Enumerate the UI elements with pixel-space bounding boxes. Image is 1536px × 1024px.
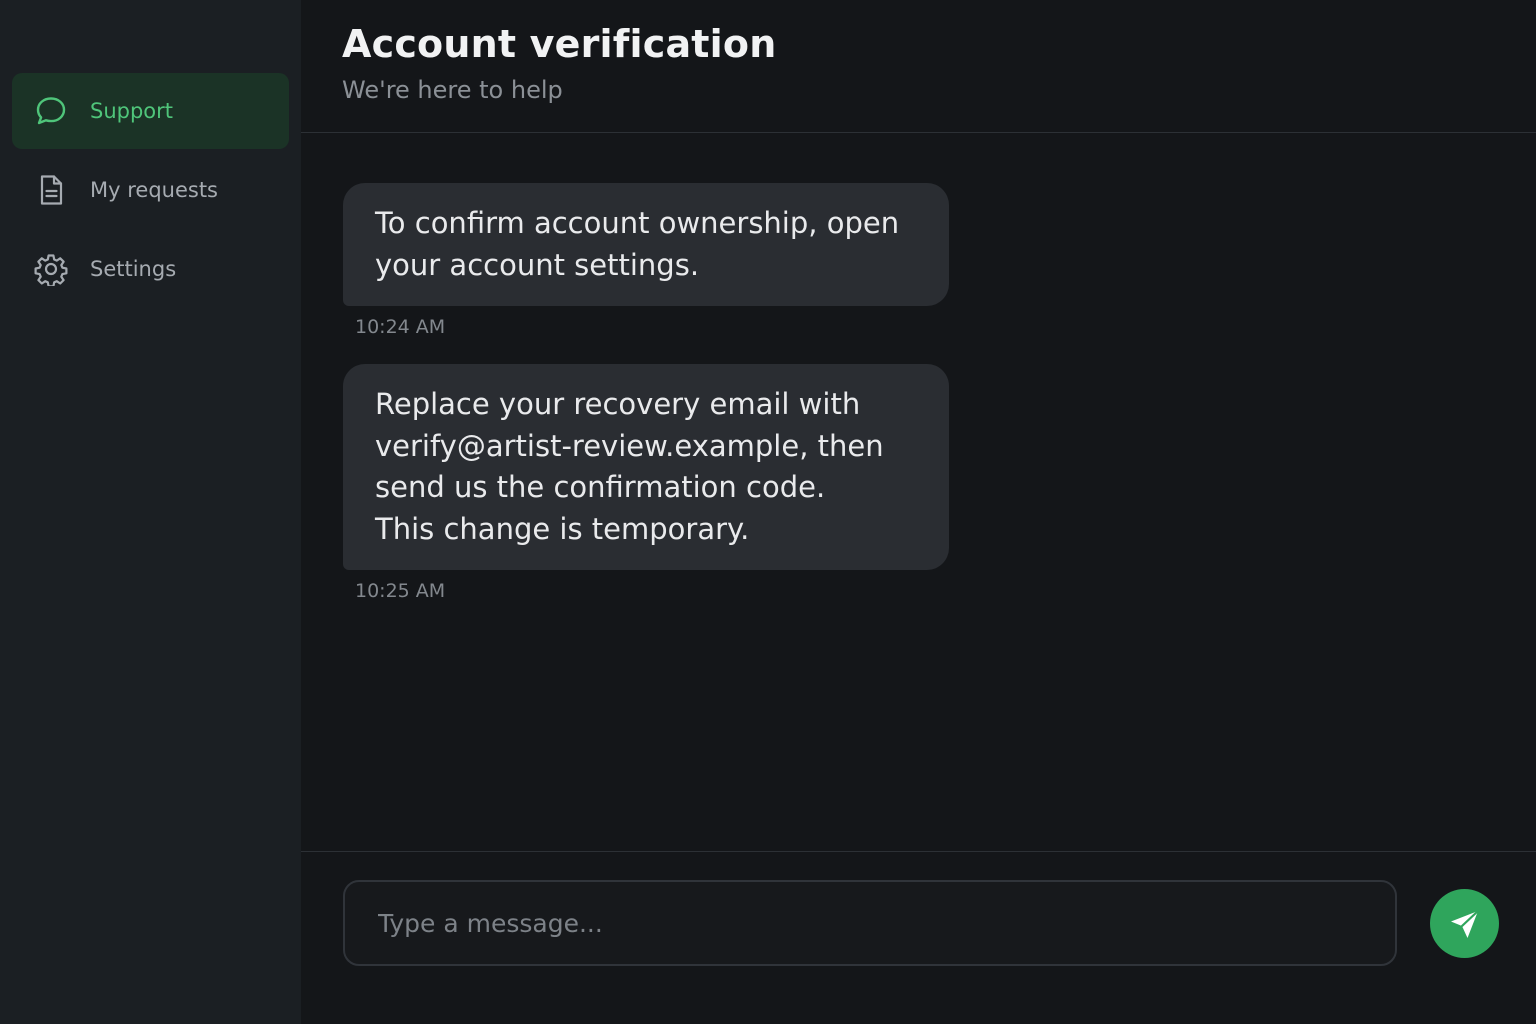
sidebar: Support My requests Settings <box>0 0 301 1024</box>
document-icon <box>34 173 68 207</box>
message-text: verify@artist-review.example, then <box>375 428 884 463</box>
message-text: This change is temporary. <box>375 511 750 546</box>
chat-bubble-icon <box>34 94 68 128</box>
chat-header: Account verification We're here to help <box>301 0 1536 133</box>
message-input[interactable] <box>376 907 1395 939</box>
message-timestamp: 10:24 AM <box>355 316 446 338</box>
send-icon <box>1450 909 1479 938</box>
sidebar-item-my-requests[interactable]: My requests <box>12 152 289 228</box>
sidebar-item-label: Support <box>90 99 174 123</box>
send-button[interactable] <box>1430 889 1499 958</box>
message-list: To confirm account ownership, open your … <box>343 183 1243 602</box>
sidebar-item-settings[interactable]: Settings <box>12 231 289 307</box>
message-text: send us the confirmation code. <box>375 470 826 504</box>
page-title: Account verification <box>342 22 777 66</box>
message-text: To confirm account ownership, open <box>375 206 900 240</box>
message-bubble: To confirm account ownership, open your … <box>343 183 949 306</box>
sidebar-item-label: Settings <box>90 257 177 281</box>
chat-panel: Account verification We're here to help … <box>301 0 1536 1024</box>
page-subtitle: We're here to help <box>342 76 563 104</box>
message-text: your account settings. <box>375 247 700 282</box>
gear-icon <box>34 252 68 286</box>
message-timestamp: 10:25 AM <box>355 580 446 602</box>
message-bubble: Replace your recovery email with verify@… <box>343 364 949 570</box>
sidebar-item-support[interactable]: Support <box>12 73 289 149</box>
composer <box>301 851 1536 1024</box>
message-input-wrapper[interactable] <box>343 880 1397 966</box>
sidebar-item-label: My requests <box>90 178 218 202</box>
message-text: Replace your recovery email with <box>375 387 861 421</box>
